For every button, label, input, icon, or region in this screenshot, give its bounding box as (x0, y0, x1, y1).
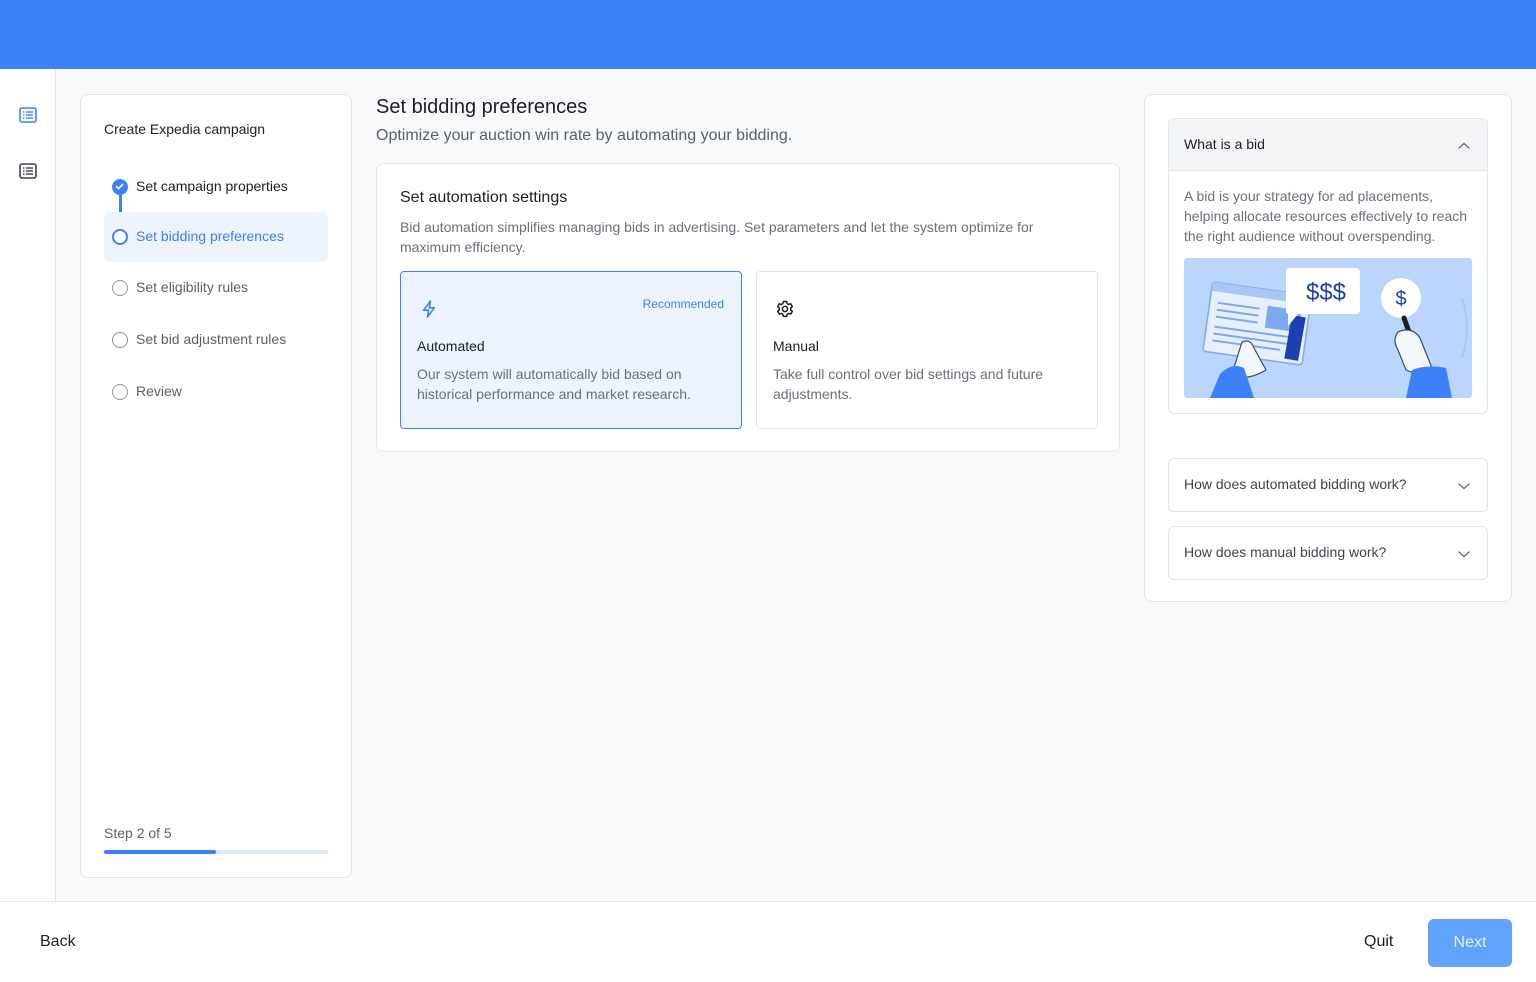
step-review[interactable]: Review (104, 367, 328, 417)
automation-settings-card: Set automation settings Bid automation s… (376, 163, 1120, 452)
option-description: Our system will automatically bid based … (417, 366, 691, 402)
campaign-steps-panel: Create Expedia campaign Set campaign pro… (80, 94, 352, 878)
check-circle-icon (112, 179, 128, 195)
list-icon[interactable] (19, 107, 37, 123)
step-count: Step 2 of 5 (104, 825, 172, 841)
settings-title: Set automation settings (400, 189, 568, 206)
accordion-automated-bidding[interactable]: How does automated bidding work? (1168, 458, 1488, 512)
illustration-dollars-text: $$$ (1306, 279, 1346, 306)
recommended-badge: Recommended (642, 297, 724, 311)
manual-option-card[interactable]: Manual Take full control over bid settin… (756, 271, 1098, 429)
option-title: Manual (773, 338, 819, 354)
option-title: Automated (417, 338, 485, 354)
step-circle-icon (112, 280, 128, 296)
footer-bar: Back Quit Next (0, 901, 1536, 982)
chevron-down-icon (1457, 547, 1471, 559)
chevron-up-icon (1457, 139, 1471, 151)
option-description: Take full control over bid settings and … (773, 366, 1044, 402)
accordion-title: What is a bid (1184, 136, 1265, 152)
accordion-title: How does automated bidding work? (1184, 476, 1407, 492)
step-label: Set bidding preferences (136, 228, 284, 244)
chevron-down-icon (1457, 479, 1471, 491)
bid-illustration: $$$ $ (1184, 258, 1472, 398)
accordion-body-text: A bid is your strategy for ad placements… (1184, 188, 1468, 244)
automated-option-card[interactable]: Recommended Automated Our system will au… (400, 271, 742, 429)
accordion-title: How does manual bidding work? (1184, 544, 1387, 560)
step-bid-adjustment-rules[interactable]: Set bid adjustment rules (104, 315, 328, 365)
top-header-bar (0, 0, 1536, 69)
left-icon-rail (0, 69, 56, 901)
settings-description: Bid automation simplifies managing bids … (400, 219, 1034, 255)
accordion-what-is-a-bid: What is a bid A bid is your strategy for… (1168, 118, 1488, 414)
step-circle-icon (112, 332, 128, 348)
accordion-header[interactable]: What is a bid (1169, 119, 1487, 171)
step-label: Set bid adjustment rules (136, 331, 287, 347)
step-label: Review (136, 383, 182, 399)
progress-fill (104, 850, 216, 854)
steps-panel-title: Create Expedia campaign (104, 121, 266, 137)
accordion-body: A bid is your strategy for ad placements… (1169, 171, 1487, 413)
step-label: Set campaign properties (136, 178, 288, 194)
progress-bar (104, 850, 328, 854)
accordion-header[interactable]: How does manual bidding work? (1169, 527, 1487, 579)
accordion-header[interactable]: How does automated bidding work? (1169, 459, 1487, 511)
page-subtitle: Optimize your auction win rate by automa… (376, 127, 793, 144)
gear-icon (774, 298, 796, 320)
illustration-dollar-text: $ (1395, 288, 1406, 310)
step-label: Set eligibility rules (136, 279, 249, 295)
accordion-manual-bidding[interactable]: How does manual bidding work? (1168, 526, 1488, 580)
lightning-icon (418, 298, 440, 320)
page-title: Set bidding preferences (376, 96, 588, 118)
step-circle-icon (112, 229, 128, 245)
list-icon[interactable] (19, 163, 37, 179)
step-bidding-preferences[interactable]: Set bidding preferences (104, 212, 328, 262)
back-button[interactable]: Back (40, 933, 76, 951)
step-campaign-properties[interactable]: Set campaign properties (104, 162, 328, 212)
next-button[interactable]: Next (1428, 919, 1512, 967)
quit-button[interactable]: Quit (1364, 933, 1393, 951)
step-circle-icon (112, 384, 128, 400)
help-panel: What is a bid A bid is your strategy for… (1144, 94, 1512, 602)
step-eligibility-rules[interactable]: Set eligibility rules (104, 263, 328, 313)
